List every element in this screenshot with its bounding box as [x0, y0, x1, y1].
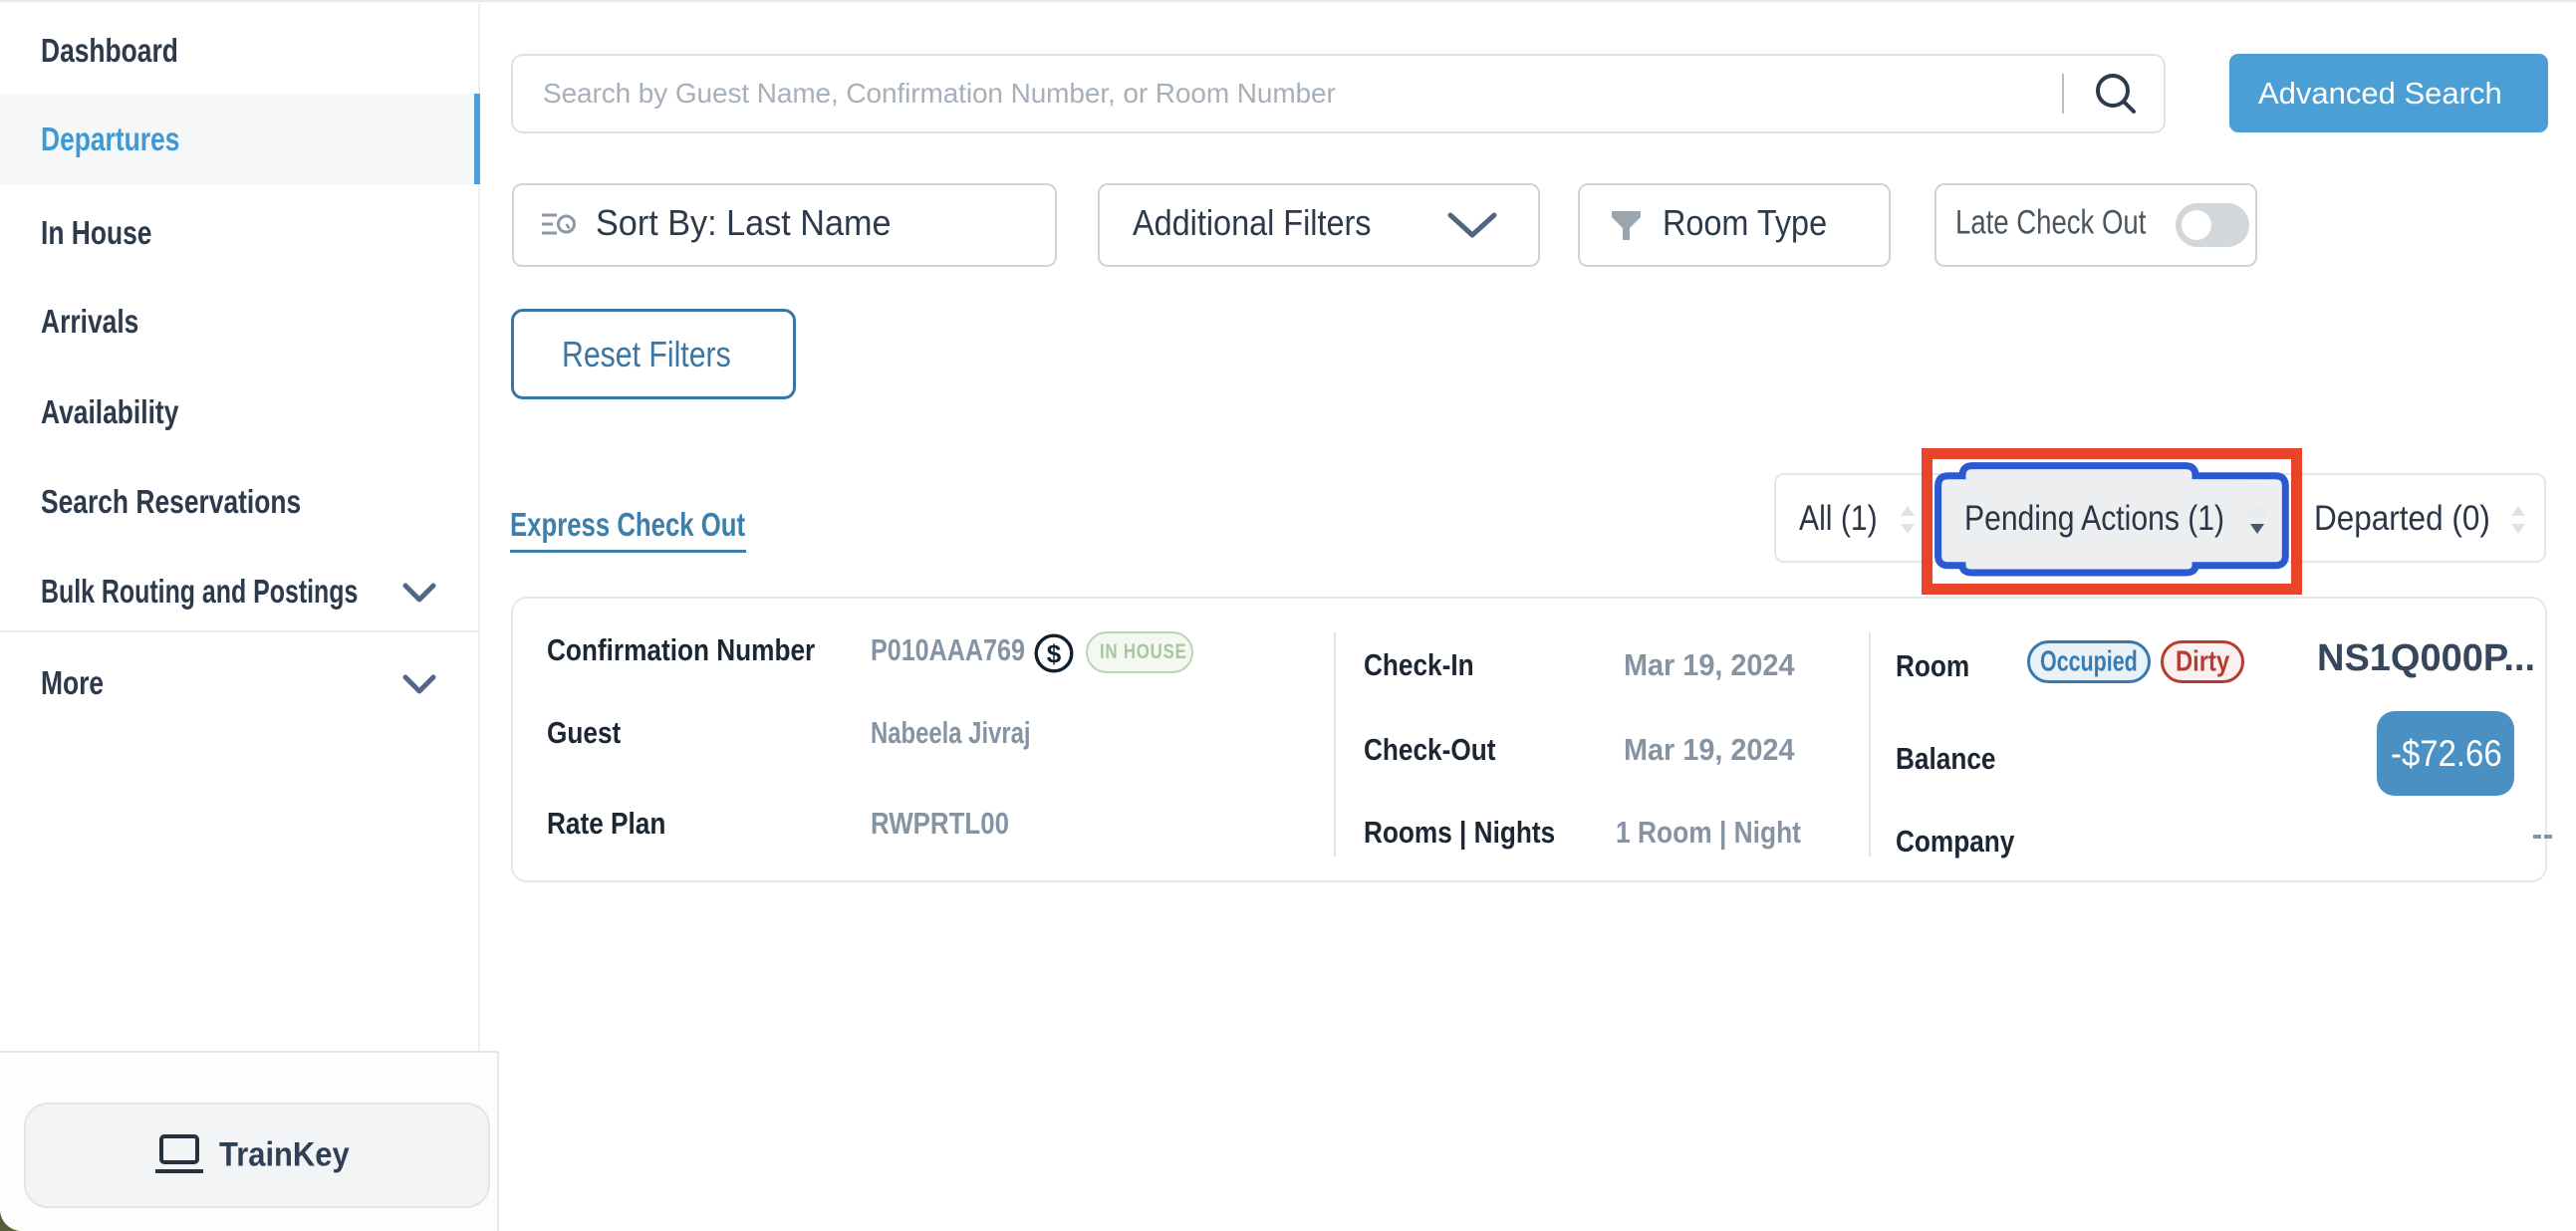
svg-text:$: $ [1047, 639, 1062, 669]
